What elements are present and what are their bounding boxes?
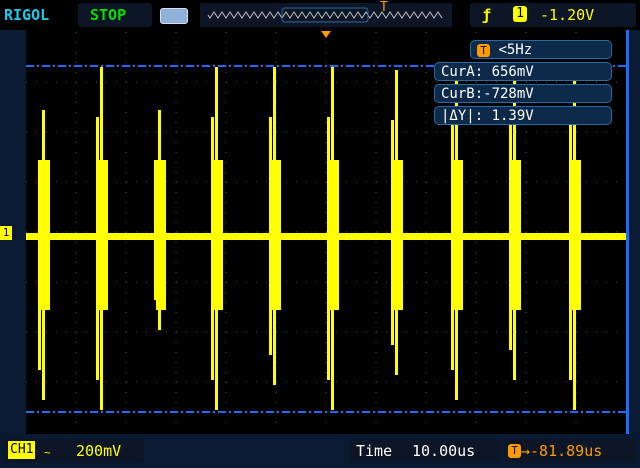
timebase-scale[interactable]: 10.00us bbox=[412, 440, 475, 462]
run-state[interactable]: STOP bbox=[90, 4, 126, 26]
ch1-pulse-burst bbox=[271, 160, 281, 310]
ch1-pulse-burst bbox=[453, 160, 463, 310]
ch1-pulse-burst bbox=[329, 160, 339, 310]
top-bar: RIGOL STOP T ƒ 1 -1.20V bbox=[0, 0, 640, 30]
ch1-pulse-burst bbox=[511, 160, 521, 310]
trigger-time-marker bbox=[321, 31, 331, 38]
ch1-pulse-burst bbox=[393, 160, 403, 310]
vertical-scale[interactable]: 200mV bbox=[76, 440, 121, 462]
trigger-frequency-value: <5Hz bbox=[498, 42, 533, 58]
ch1-baseline bbox=[26, 233, 626, 240]
trigger-badge: T bbox=[477, 44, 490, 57]
ch1-pulse-burst bbox=[571, 160, 581, 310]
ch1-label[interactable]: CH1 bbox=[8, 441, 36, 459]
brand-logo: RIGOL bbox=[4, 6, 50, 24]
ch1-ground-marker[interactable]: 1 bbox=[0, 226, 12, 240]
ac-coupling-icon: ~ bbox=[44, 446, 51, 459]
rising-edge-icon: ƒ bbox=[482, 6, 492, 24]
oscilloscope-screen: RIGOL STOP T ƒ 1 -1.20V 1 T <5Hz CurA: 6… bbox=[0, 0, 640, 468]
ch1-pulse-burst bbox=[40, 160, 50, 310]
waveform-overview: T bbox=[200, 0, 452, 27]
trigger-level[interactable]: -1.20V bbox=[540, 4, 594, 26]
memory-icon bbox=[160, 8, 188, 24]
bottom-bar: CH1 ~ 200mV Time 10.00us T →-81.89us bbox=[0, 436, 640, 468]
timebase-label: Time bbox=[356, 442, 393, 460]
ch1-pulse-burst bbox=[213, 160, 223, 310]
trigger-offset[interactable]: →-81.89us bbox=[521, 440, 602, 462]
trigger-position-marker: T bbox=[380, 0, 388, 15]
cursor-b-readout: CurB:-728mV bbox=[434, 84, 612, 103]
trigger-offset-badge: T bbox=[508, 444, 521, 458]
trigger-source-badge: 1 bbox=[513, 6, 527, 22]
ch1-pulse-burst bbox=[98, 160, 108, 310]
ch1-pulse-burst bbox=[156, 160, 166, 310]
delta-y-readout: |ΔY|: 1.39V bbox=[434, 106, 612, 125]
trigger-frequency: T <5Hz bbox=[470, 40, 612, 59]
cursor-a-readout: CurA: 656mV bbox=[434, 62, 612, 81]
